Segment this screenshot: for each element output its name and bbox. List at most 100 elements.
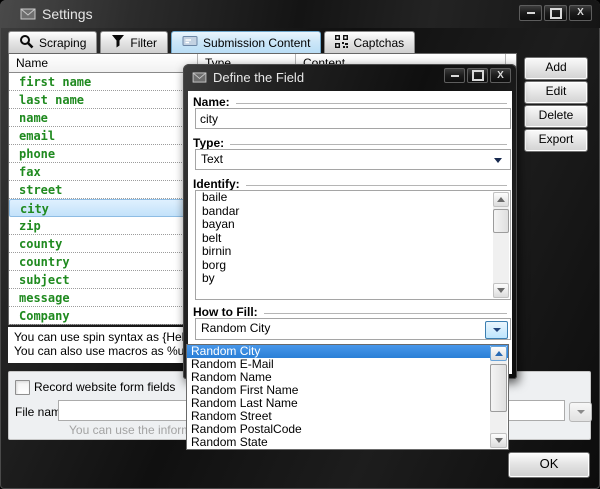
- field-name: subject: [9, 273, 70, 287]
- dialog-maximize-button[interactable]: [467, 68, 488, 83]
- dropdown-items: Random CityRandom E-MailRandom NameRando…: [187, 345, 508, 449]
- field-name: name: [9, 111, 48, 125]
- field-name: country: [9, 255, 70, 269]
- close-button[interactable]: X: [569, 5, 592, 21]
- scrollbar-thumb[interactable]: [490, 364, 507, 412]
- identify-item[interactable]: belt: [196, 232, 510, 246]
- field-name: last name: [9, 93, 84, 107]
- tab-label: Submission Content: [203, 36, 310, 50]
- field-name: Company: [9, 309, 70, 323]
- dropdown-option-label: Random PostalCode: [191, 422, 302, 436]
- identify-item[interactable]: by: [196, 272, 510, 286]
- tab-filter[interactable]: Filter: [100, 31, 168, 53]
- dialog-minimize-button[interactable]: [444, 68, 465, 83]
- close-icon: X: [497, 71, 504, 81]
- field-name: first name: [9, 75, 91, 89]
- ok-button[interactable]: OK: [508, 452, 590, 478]
- tab-label: Captchas: [353, 36, 404, 50]
- identify-item-label: borg: [202, 258, 226, 272]
- tab-captchas[interactable]: Captchas: [324, 31, 415, 53]
- field-name: city: [10, 202, 49, 216]
- field-name: email: [9, 129, 55, 143]
- dialog-body: Name: Type: Text Identify: bailebandarba…: [188, 91, 512, 374]
- file-name-dropdown-button[interactable]: [569, 402, 592, 422]
- edit-button[interactable]: Edit: [524, 81, 588, 104]
- identify-item-label: baile: [202, 190, 227, 204]
- field-name: zip: [9, 219, 41, 233]
- type-label: Type:: [193, 136, 230, 150]
- tab-submission-content[interactable]: Submission Content: [171, 31, 321, 53]
- divider: [246, 185, 507, 186]
- how-to-fill-dropdown-button[interactable]: [485, 321, 508, 339]
- dropdown-option[interactable]: Random State: [187, 436, 508, 449]
- scroll-up-button[interactable]: [493, 192, 509, 207]
- chevron-down-icon: [493, 328, 501, 332]
- export-button[interactable]: Export: [524, 129, 588, 152]
- minimize-button[interactable]: [519, 5, 542, 21]
- scroll-up-button[interactable]: [490, 346, 507, 361]
- chevron-down-icon: [577, 410, 585, 414]
- how-to-fill-combobox[interactable]: Random City: [195, 318, 511, 340]
- identify-listbox: bailebandarbayanbeltbirninborgby: [195, 190, 511, 300]
- add-button[interactable]: Add: [524, 57, 588, 80]
- tab-label: Scraping: [39, 36, 86, 50]
- column-header-name[interactable]: Name: [9, 54, 198, 72]
- settings-window: Settings X Scraping Filter Submission Co…: [0, 0, 600, 489]
- how-to-fill-group-label: How to Fill:: [193, 305, 507, 319]
- identify-item[interactable]: bayan: [196, 218, 510, 232]
- titlebar: Settings X: [0, 0, 600, 28]
- scroll-down-button[interactable]: [493, 283, 509, 298]
- type-group-label: Type:: [193, 136, 507, 150]
- maximize-icon: [472, 70, 484, 81]
- magnifier-icon: [19, 34, 34, 52]
- divider: [230, 144, 507, 145]
- name-group-label: Name:: [193, 95, 507, 109]
- type-combobox[interactable]: Text: [195, 149, 511, 170]
- identify-scrollbar[interactable]: [493, 192, 509, 298]
- how-to-fill-label: How to Fill:: [193, 305, 264, 319]
- arrow-down-icon: [495, 438, 503, 443]
- minimize-icon: [451, 75, 459, 77]
- maximize-button[interactable]: [544, 5, 567, 21]
- identify-label: Identify:: [193, 177, 246, 191]
- identify-item[interactable]: birnin: [196, 245, 510, 259]
- minimize-icon: [527, 12, 535, 14]
- scroll-down-button[interactable]: [490, 433, 507, 448]
- identify-group-label: Identify:: [193, 177, 507, 191]
- tab-bar: Scraping Filter Submission Content Captc…: [8, 31, 418, 53]
- dropdown-scrollbar[interactable]: [490, 346, 507, 448]
- dialog-title: Define the Field: [213, 70, 304, 85]
- close-icon: X: [577, 8, 584, 18]
- identify-item-label: by: [202, 271, 215, 285]
- chevron-down-icon: [494, 158, 502, 163]
- arrow-down-icon: [497, 288, 505, 293]
- name-input[interactable]: [195, 108, 511, 129]
- identify-item[interactable]: borg: [196, 259, 510, 273]
- tab-scraping[interactable]: Scraping: [8, 31, 97, 53]
- field-name: county: [9, 237, 62, 251]
- define-field-dialog: Define the Field X Name: Type: Text Iden…: [183, 64, 517, 379]
- record-website-checkbox[interactable]: [15, 380, 30, 395]
- identify-item-label: bayan: [202, 217, 235, 231]
- field-name: fax: [9, 165, 41, 179]
- delete-button[interactable]: Delete: [524, 105, 588, 128]
- identify-item[interactable]: bandar: [196, 205, 510, 219]
- dropdown-option-label: Random Last Name: [191, 396, 298, 410]
- dropdown-option-label: Random E-Mail: [191, 357, 274, 371]
- field-name: phone: [9, 147, 55, 161]
- window-controls: X: [519, 5, 592, 21]
- identify-item-label: bandar: [202, 204, 239, 218]
- scrollbar-thumb[interactable]: [493, 209, 509, 233]
- type-value: Text: [201, 152, 223, 166]
- dialog-close-button[interactable]: X: [490, 68, 511, 83]
- dropdown-option-label: Random State: [191, 435, 268, 449]
- identify-items: bailebandarbayanbeltbirninborgby: [196, 191, 510, 286]
- divider: [264, 313, 507, 314]
- name-label: Name:: [193, 95, 236, 109]
- arrow-up-icon: [495, 351, 503, 356]
- window-title: Settings: [42, 6, 93, 22]
- identify-item[interactable]: baile: [196, 191, 510, 205]
- dropdown-option-label: Random Name: [191, 370, 272, 384]
- identify-item-label: birnin: [202, 244, 231, 258]
- envelope-icon: [20, 8, 36, 20]
